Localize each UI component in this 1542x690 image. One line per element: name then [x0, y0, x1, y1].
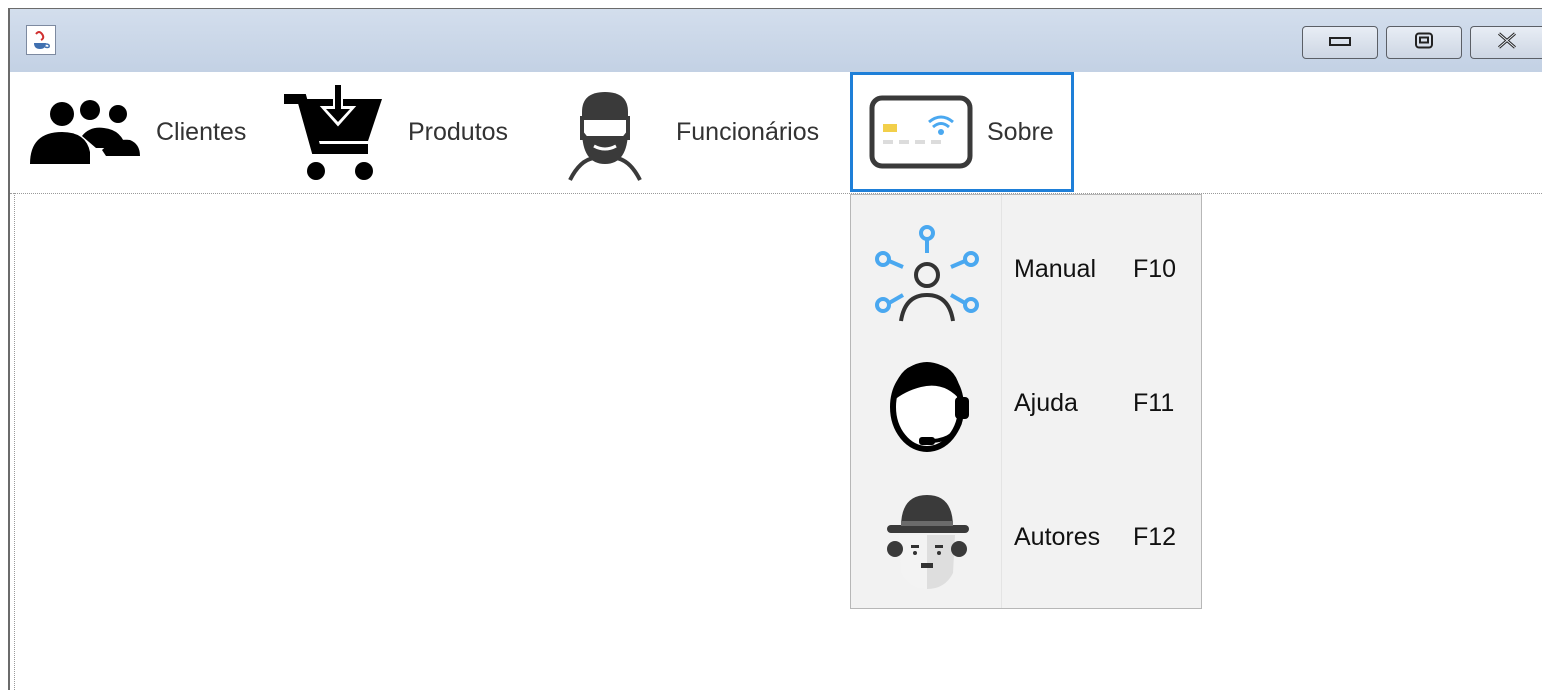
menu-clientes-label: Clientes: [156, 117, 247, 146]
menu-item-manual[interactable]: Manual F10: [851, 203, 1201, 336]
menu-funcionarios-label: Funcionários: [676, 117, 820, 146]
menu-item-manual-label: Manual: [1014, 255, 1096, 283]
maximize-button[interactable]: [1386, 26, 1462, 59]
title-bar[interactable]: [10, 9, 1542, 72]
menu-item-ajuda[interactable]: Ajuda F11: [851, 337, 1201, 470]
java-cup-icon[interactable]: [26, 25, 56, 55]
menu-sobre[interactable]: Sobre: [850, 72, 1074, 192]
menu-item-ajuda-accelerator: F11: [1133, 389, 1175, 417]
menu-funcionarios[interactable]: Funcionários: [560, 72, 842, 192]
menu-produtos-label: Produtos: [408, 117, 509, 146]
headset-support-icon: [865, 357, 985, 457]
menu-clientes[interactable]: Clientes: [26, 72, 266, 192]
minimize-icon: [1329, 34, 1351, 52]
chaplin-face-icon: [865, 491, 985, 591]
content-left-edge: [14, 193, 15, 690]
menubar-divider: [10, 193, 1542, 194]
close-icon: [1495, 31, 1519, 54]
minimize-button[interactable]: [1302, 26, 1378, 59]
close-button[interactable]: [1470, 26, 1542, 59]
bearded-man-icon: [560, 82, 650, 182]
users-icon: [26, 92, 144, 172]
menu-item-manual-accelerator: F10: [1133, 255, 1177, 283]
menu-sobre-label: Sobre: [987, 117, 1054, 146]
maximize-icon: [1415, 32, 1433, 53]
network-person-icon: [865, 223, 985, 323]
menu-produtos[interactable]: Produtos: [282, 72, 532, 192]
menu-item-ajuda-label: Ajuda: [1014, 389, 1078, 417]
sobre-dropdown-menu: Manual F10 Ajuda F11 Autores F12: [850, 194, 1202, 609]
menu-item-autores-accelerator: F12: [1133, 523, 1177, 551]
card-wifi-icon: [869, 92, 973, 172]
menu-item-autores-label: Autores: [1014, 523, 1101, 551]
cart-download-icon: [282, 79, 386, 185]
menu-item-autores[interactable]: Autores F12: [851, 471, 1201, 604]
